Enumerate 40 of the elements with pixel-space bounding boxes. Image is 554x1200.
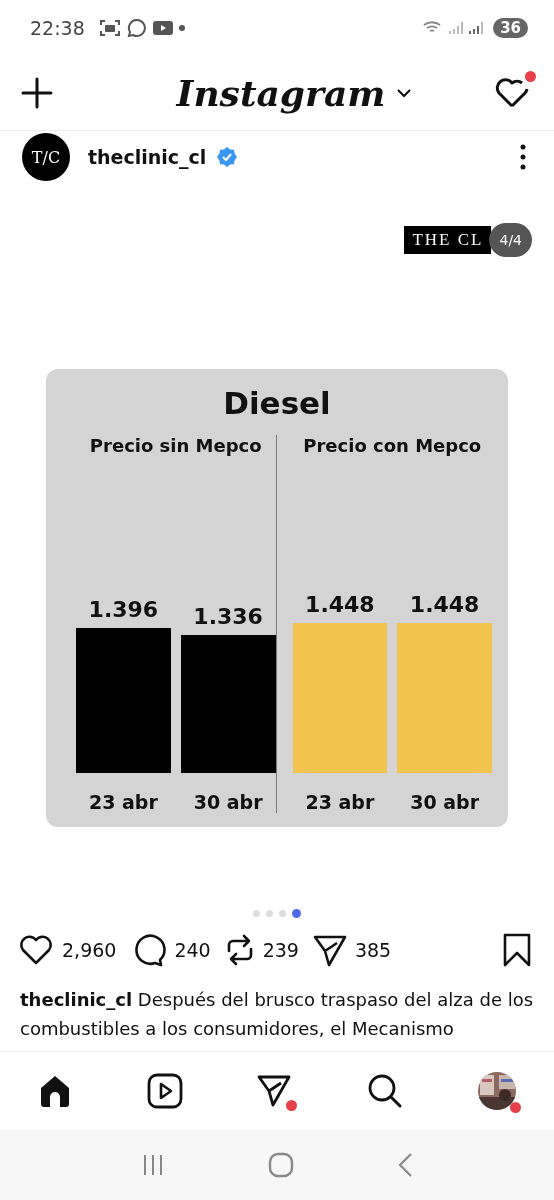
chevron-down-icon[interactable] <box>397 88 412 98</box>
signal-icon <box>469 21 484 35</box>
value-label: 1.396 <box>88 597 159 623</box>
video-app-icon <box>152 21 173 35</box>
share-count[interactable]: 385 <box>354 939 392 961</box>
chat-app-icon <box>126 18 147 38</box>
signal-icon <box>449 21 464 35</box>
comment-count[interactable]: 240 <box>174 939 211 961</box>
screenshot-icon <box>98 19 121 37</box>
value-label: 1.448 <box>305 592 375 617</box>
category-label: 23 abr <box>304 791 376 813</box>
home-button-icon[interactable] <box>268 1152 294 1178</box>
account-avatar[interactable]: T/C <box>22 133 70 181</box>
chart-title: Diesel <box>222 385 332 421</box>
dot-icon <box>178 25 185 31</box>
app-logo: Instagram <box>176 72 386 114</box>
value-label: 1.336 <box>193 603 263 629</box>
battery-indicator: 36 <box>493 18 528 38</box>
add-icon[interactable] <box>20 76 54 110</box>
post-caption: theclinic_cl Después del brusco traspaso del alza de los combustibles a los consumidores, el Mecanismo <box>20 988 535 1041</box>
more-options-icon[interactable] <box>520 144 526 170</box>
category-label: 30 abr <box>192 791 264 813</box>
panel-title: Precio sin Mepco <box>88 435 263 456</box>
send-icon[interactable] <box>312 933 347 967</box>
category-label: 23 abr <box>87 791 159 813</box>
value-label: 1.448 <box>409 592 480 617</box>
bookmark-icon[interactable] <box>502 933 532 967</box>
like-count[interactable]: 2,960 <box>62 939 117 961</box>
brand-logo: THE CL <box>404 226 492 254</box>
status-time: 22:38 <box>30 17 85 39</box>
username-link[interactable]: theclinic_cl <box>88 146 207 168</box>
category-label: 30 abr <box>409 791 481 813</box>
panel-title: Precio con Mepco <box>302 435 483 456</box>
back-icon[interactable] <box>396 1152 413 1178</box>
repost-count[interactable]: 239 <box>262 939 299 961</box>
like-icon[interactable] <box>18 934 54 966</box>
reels-icon[interactable] <box>147 1073 183 1109</box>
image-counter: 4/4 <box>489 223 532 257</box>
send-icon[interactable] <box>257 1073 293 1109</box>
search-icon[interactable] <box>367 1073 403 1109</box>
